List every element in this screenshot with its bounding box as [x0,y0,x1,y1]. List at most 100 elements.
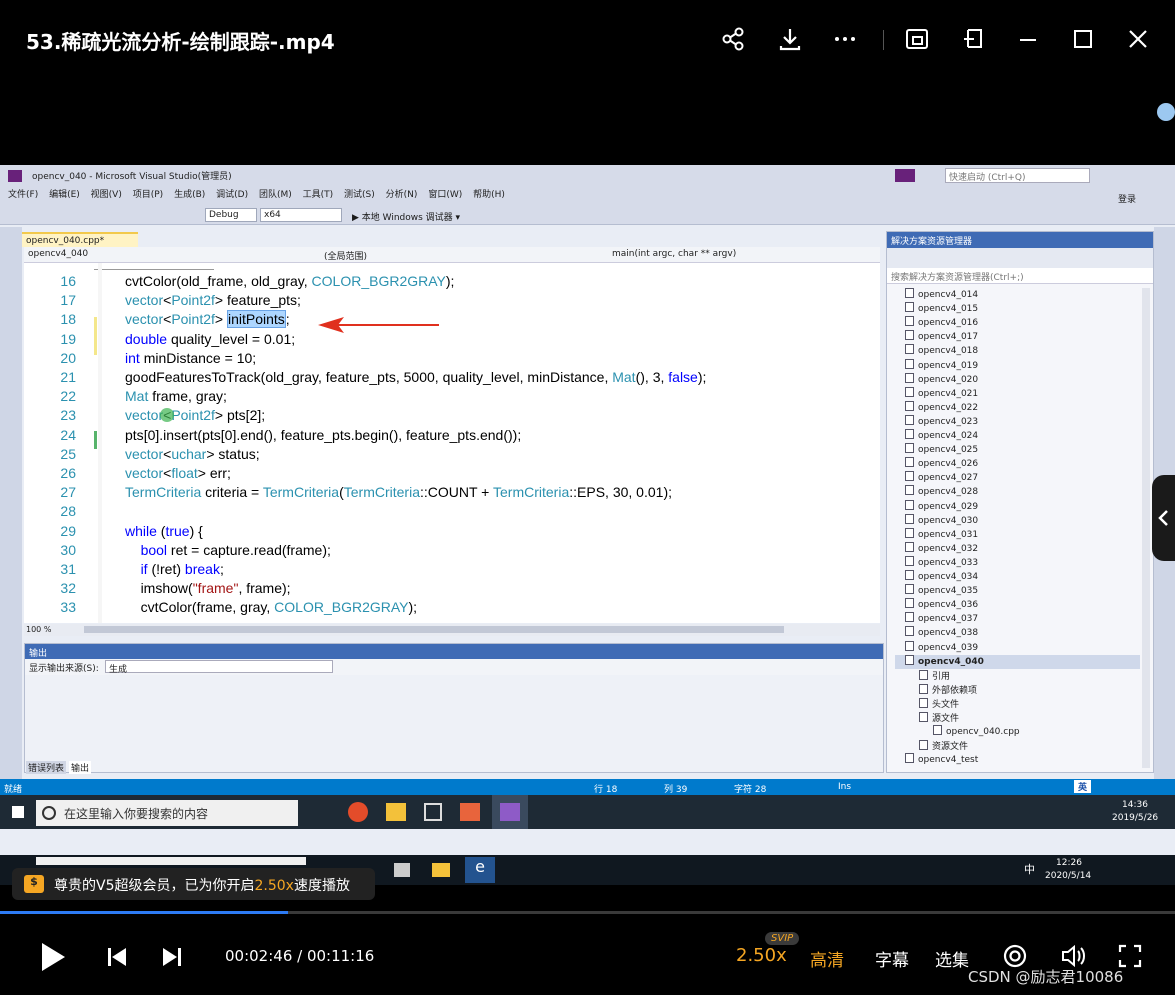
tree-item-project[interactable]: opencv4_023 [895,414,978,429]
mini-player-icon[interactable] [902,24,932,54]
tree-item-project[interactable]: opencv4_029 [895,499,978,514]
config-select[interactable]: Debug [205,208,257,222]
quick-launch-input[interactable]: 快速启动 (Ctrl+Q) [945,168,1090,183]
svip-badge: SVIP [765,932,800,945]
tree-item-project[interactable]: opencv4_030 [895,513,978,528]
menu-file[interactable]: 文件(F) [8,187,38,200]
chrome-icon[interactable] [348,802,368,822]
tree-item-project[interactable]: opencv4_034 [895,570,978,584]
tree-item-project[interactable]: opencv4_039 [895,640,978,655]
more-icon[interactable] [830,24,860,54]
ime-indicator-2[interactable]: 中 [1024,861,1035,877]
tree-item-project[interactable]: opencv4_036 [895,598,978,612]
tree-item-project[interactable]: opencv4_021 [895,386,978,401]
next-button[interactable] [160,945,184,973]
tree-item-folder[interactable]: 外部依赖项 [909,683,977,697]
play-button[interactable] [38,940,68,978]
line-number: 29 [60,522,76,539]
subtitle-button[interactable]: 字幕 [875,946,909,971]
tree-item-folder[interactable]: 引用 [909,669,950,683]
project-file-icon [905,513,914,524]
menu-view[interactable]: 视图(V) [91,187,122,200]
share-icon[interactable] [718,24,748,54]
vs-menu-bar: 文件(F) 编辑(E) 视图(V) 项目(P) 生成(B) 调试(D) 团队(M… [0,187,1175,205]
video-frame[interactable]: opencv_040 - Microsoft Visual Studio(管理员… [0,165,1175,885]
code-editor[interactable]: 16 cvtColor(old_frame, old_gray, COLOR_BG… [24,263,880,623]
tree-item-folder[interactable]: 头文件 [909,697,959,711]
menu-analyze[interactable]: 分析(N) [386,187,418,200]
tree-item-project[interactable]: opencv4_024 [895,429,978,443]
notification-flag-icon[interactable] [895,169,915,182]
nav-project-select[interactable]: opencv4_040 [28,249,88,259]
zoom-level[interactable]: 100 % [26,625,51,634]
close-icon[interactable] [1123,24,1153,54]
tree-item-project[interactable]: opencv4_015 [895,302,978,316]
tree-item-project[interactable]: opencv4_031 [895,527,978,542]
project-file-icon [905,372,914,383]
tree-item-project[interactable]: opencv4_019 [895,358,978,373]
tree-item-project[interactable]: opencv4_test [895,753,978,767]
output-source-select[interactable]: 生成 [105,660,333,675]
tree-item-project[interactable]: opencv4_037 [895,612,978,626]
quality-button[interactable]: 高清 [810,946,844,971]
solution-scrollbar[interactable] [1142,288,1150,768]
tree-item-project[interactable]: opencv4_014 [895,288,978,302]
horizontal-scrollbar[interactable] [84,626,784,633]
nav-scope-select[interactable]: (全局范围) [324,249,367,262]
minimize-icon[interactable] [1013,24,1043,54]
episodes-button[interactable]: 选集 [935,946,969,971]
tree-item-project[interactable]: opencv4_025 [895,443,978,457]
run-debugger-button[interactable]: ▶ 本地 Windows 调试器 ▾ [352,210,460,223]
menu-project[interactable]: 项目(P) [133,187,163,200]
menu-test[interactable]: 测试(S) [344,187,375,200]
solution-search-input[interactable]: 搜索解决方案资源管理器(Ctrl+;) [887,268,1153,284]
download-icon[interactable] [775,24,805,54]
tree-item-project[interactable]: opencv4_038 [895,626,978,640]
tab-error-list[interactable]: 错误列表 [26,761,67,774]
tree-item-resource-folder[interactable]: 资源文件 [909,739,968,753]
tree-item-source-file[interactable]: opencv_040.cpp [923,725,1020,739]
taskbar-search-input[interactable]: 在这里输入你要搜索的内容 [36,800,298,826]
app-icon[interactable] [460,803,480,821]
tree-item-project[interactable]: opencv4_016 [895,316,978,330]
tree-item-project[interactable]: opencv4_028 [895,485,978,499]
store-icon[interactable] [394,863,410,877]
menu-team[interactable]: 团队(M) [259,187,292,200]
tab-output[interactable]: 输出 [69,761,92,774]
project-file-icon [933,725,942,736]
platform-select[interactable]: x64 [260,208,342,222]
tree-item-project[interactable]: opencv4_035 [895,584,978,598]
edge-icon[interactable]: e [465,857,495,883]
calendar-icon[interactable] [424,803,442,821]
tree-item-project[interactable]: opencv4_026 [895,457,978,471]
menu-help[interactable]: 帮助(H) [473,187,505,200]
visual-studio-taskbar-icon[interactable] [492,795,528,829]
menu-edit[interactable]: 编辑(E) [49,187,80,200]
menu-tools[interactable]: 工具(T) [303,187,334,200]
side-collapse-button[interactable] [1152,475,1175,561]
tree-item-project[interactable]: opencv4_032 [895,541,978,556]
document-tab[interactable]: opencv_040.cpp* [22,232,138,247]
taskbar-search-2[interactable] [36,857,306,865]
tree-item-project[interactable]: opencv4_033 [895,555,978,570]
windows-start-icon[interactable] [12,806,24,818]
menu-window[interactable]: 窗口(W) [428,187,462,200]
tree-item-project[interactable]: opencv4_020 [895,372,978,387]
file-explorer-icon-2[interactable] [432,863,450,877]
tree-item-project[interactable]: opencv4_018 [895,344,978,358]
ime-indicator-1[interactable]: 英 [1074,780,1092,793]
menu-debug[interactable]: 调试(D) [216,187,248,200]
tree-item-active-project[interactable]: opencv4_040 [895,654,1140,669]
tree-item-project[interactable]: opencv4_022 [895,400,978,415]
menu-build[interactable]: 生成(B) [174,187,205,200]
tree-item-project[interactable]: opencv4_027 [895,471,978,485]
tree-item-folder[interactable]: 源文件 [909,711,959,725]
previous-button[interactable] [105,945,129,973]
login-link[interactable]: 登录 [1118,192,1136,205]
nav-function-select[interactable]: main(int argc, char ** argv) [612,249,736,259]
maximize-icon[interactable] [1068,24,1098,54]
speed-button[interactable]: 2.50x [736,945,787,966]
pin-top-icon[interactable] [958,24,988,54]
tree-item-project[interactable]: opencv4_017 [895,330,978,344]
file-explorer-icon[interactable] [386,803,406,821]
